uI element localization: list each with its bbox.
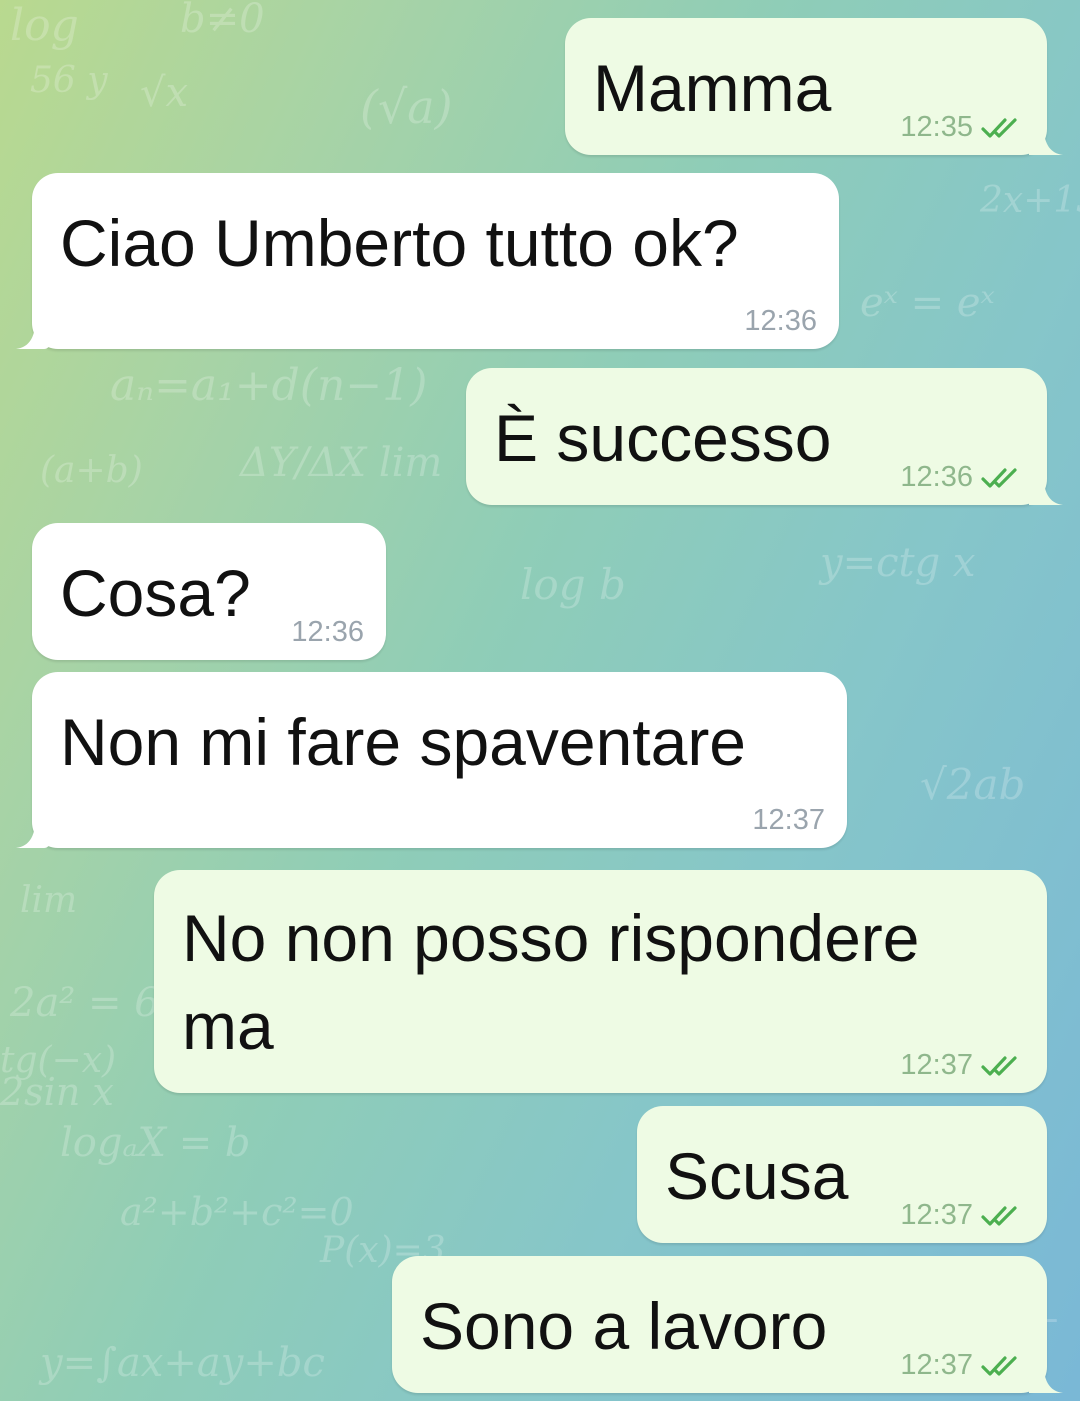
- incoming-message-bubble[interactable]: Cosa? 12:36: [32, 523, 386, 660]
- message-meta: 12:36: [900, 461, 1025, 493]
- message-meta: 12:35: [900, 111, 1025, 143]
- message-text: È successo: [494, 401, 832, 475]
- outgoing-message-bubble[interactable]: Sono a lavoro 12:37: [392, 1256, 1047, 1393]
- double-check-icon: [981, 1203, 1025, 1227]
- double-check-icon: [981, 1353, 1025, 1377]
- message-text: Ciao Umberto tutto ok?: [60, 206, 739, 280]
- message-meta: 12:37: [900, 1199, 1025, 1231]
- double-check-icon: [981, 465, 1025, 489]
- message-meta: 12:36: [744, 305, 817, 337]
- message-time: 12:37: [752, 804, 825, 836]
- message-time: 12:36: [744, 305, 817, 337]
- message-time: 12:37: [900, 1049, 973, 1081]
- message-meta: 12:36: [291, 616, 364, 648]
- message-time: 12:36: [900, 461, 973, 493]
- message-time: 12:36: [291, 616, 364, 648]
- double-check-icon: [981, 1053, 1025, 1077]
- incoming-message-bubble[interactable]: Non mi fare spaventare 12:37: [32, 672, 847, 848]
- message-meta: 12:37: [752, 804, 825, 836]
- message-text: No non posso rispondere ma: [182, 901, 920, 1063]
- message-time: 12:37: [900, 1349, 973, 1381]
- outgoing-message-bubble[interactable]: No non posso rispondere ma 12:37: [154, 870, 1047, 1093]
- message-meta: 12:37: [900, 1049, 1025, 1081]
- message-time: 12:35: [900, 111, 973, 143]
- outgoing-message-bubble[interactable]: È successo 12:36: [466, 368, 1047, 505]
- outgoing-message-bubble[interactable]: Scusa 12:37: [637, 1106, 1047, 1243]
- incoming-message-bubble[interactable]: Ciao Umberto tutto ok? 12:36: [32, 173, 839, 349]
- message-text: Sono a lavoro: [420, 1289, 828, 1363]
- message-text: Cosa?: [60, 556, 251, 630]
- message-text: Non mi fare spaventare: [60, 705, 747, 779]
- outgoing-message-bubble[interactable]: Mamma 12:35: [565, 18, 1047, 155]
- message-time: 12:37: [900, 1199, 973, 1231]
- message-text: Scusa: [665, 1139, 849, 1213]
- message-meta: 12:37: [900, 1349, 1025, 1381]
- message-text: Mamma: [593, 51, 832, 125]
- double-check-icon: [981, 115, 1025, 139]
